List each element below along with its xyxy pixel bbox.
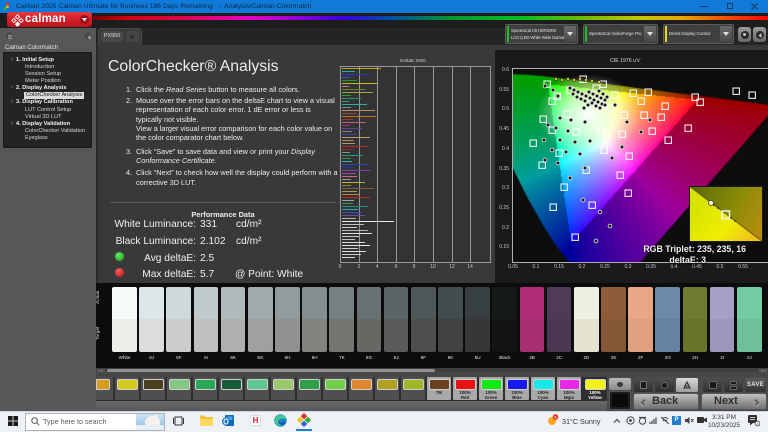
svg-text:3: 3 <box>757 422 759 426</box>
